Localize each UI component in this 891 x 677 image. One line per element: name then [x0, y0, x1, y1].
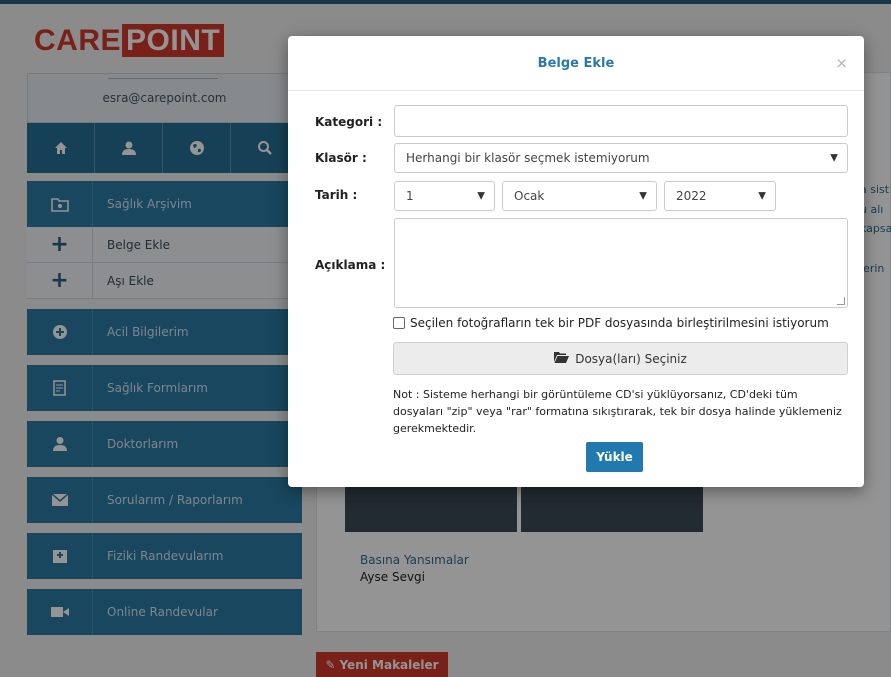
- chevron-down-icon: ▼: [830, 152, 838, 164]
- pdf-merge-option[interactable]: Seçilen fotoğrafların tek bir PDF dosyas…: [393, 316, 829, 330]
- chevron-down-icon: ▼: [477, 190, 485, 202]
- description-label: Açıklama :: [315, 258, 386, 272]
- choose-files-button[interactable]: Dosya(ları) Seçiniz: [393, 342, 848, 375]
- chevron-down-icon: ▼: [758, 190, 766, 202]
- folder-open-icon: [554, 351, 570, 367]
- folder-selected-value: Herhangi bir klasör seçmek istemiyorum: [406, 151, 650, 165]
- pdf-merge-checkbox[interactable]: [393, 317, 405, 329]
- year-selected-value: 2022: [676, 189, 707, 203]
- pdf-merge-label: Seçilen fotoğrafların tek bir PDF dosyas…: [410, 316, 829, 330]
- year-select[interactable]: 2022 ▼: [664, 181, 776, 211]
- category-label: Kategori :: [315, 115, 383, 129]
- category-input[interactable]: [394, 105, 848, 137]
- modal-title: Belge Ekle: [537, 55, 615, 71]
- folder-label: Klasör :: [315, 151, 367, 165]
- description-textarea[interactable]: [394, 218, 848, 308]
- choose-files-label: Dosya(ları) Seçiniz: [575, 351, 687, 366]
- day-select[interactable]: 1 ▼: [394, 181, 495, 211]
- chevron-down-icon: ▼: [639, 190, 647, 202]
- day-selected-value: 1: [406, 189, 414, 203]
- date-label: Tarih :: [315, 188, 358, 202]
- upload-note: Not : Sisteme herhangi bir görüntüleme C…: [393, 388, 842, 435]
- month-select[interactable]: Ocak ▼: [502, 181, 657, 211]
- folder-select[interactable]: Herhangi bir klasör seçmek istemiyorum ▼: [394, 143, 848, 173]
- month-selected-value: Ocak: [514, 189, 545, 203]
- modal-header: Belge Ekle ×: [288, 36, 864, 91]
- close-icon[interactable]: ×: [835, 54, 848, 72]
- upload-button[interactable]: Yükle: [586, 442, 643, 472]
- add-document-modal: Belge Ekle × Kategori : Klasör : Herhang…: [288, 36, 864, 487]
- resize-handle[interactable]: [837, 297, 845, 305]
